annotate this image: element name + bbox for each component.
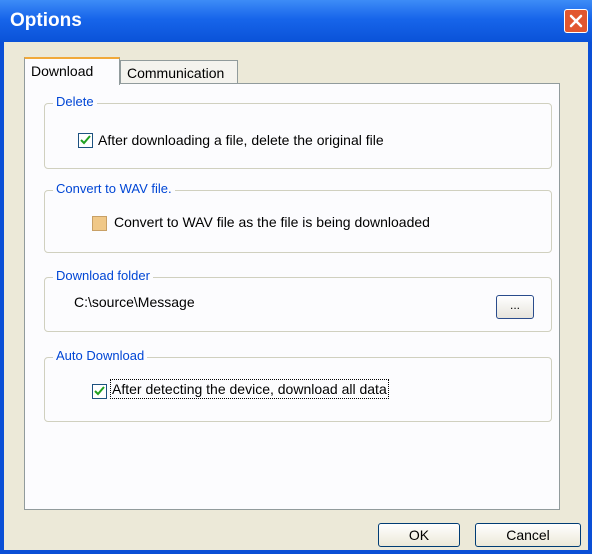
close-icon (569, 14, 583, 28)
download-folder-path: C:\source\Message (74, 294, 195, 310)
auto-download-group-label: Auto Download (53, 348, 148, 363)
delete-group-label: Delete (53, 94, 97, 109)
browse-folder-button[interactable]: ... (496, 295, 534, 319)
checkmark-icon (94, 386, 105, 396)
title-bar[interactable]: Options (0, 0, 592, 42)
convert-wav-label[interactable]: Convert to WAV file as the file is being… (114, 214, 430, 230)
cancel-button[interactable]: Cancel (475, 523, 581, 547)
convert-group-label: Convert to WAV file. (53, 181, 175, 196)
auto-download-checkbox[interactable] (92, 384, 107, 399)
auto-download-label[interactable]: After detecting the device, download all… (110, 379, 389, 399)
delete-original-label[interactable]: After downloading a file, delete the ori… (98, 132, 384, 148)
ok-button[interactable]: OK (378, 523, 460, 547)
tab-download[interactable]: Download (24, 57, 120, 85)
checkmark-icon (80, 135, 91, 145)
convert-wav-checkbox[interactable] (92, 216, 107, 231)
delete-original-checkbox[interactable] (78, 133, 93, 148)
window-title: Options (10, 10, 82, 31)
tab-communication[interactable]: Communication (120, 60, 238, 84)
close-button[interactable] (564, 9, 588, 33)
download-folder-group-label: Download folder (53, 268, 153, 283)
